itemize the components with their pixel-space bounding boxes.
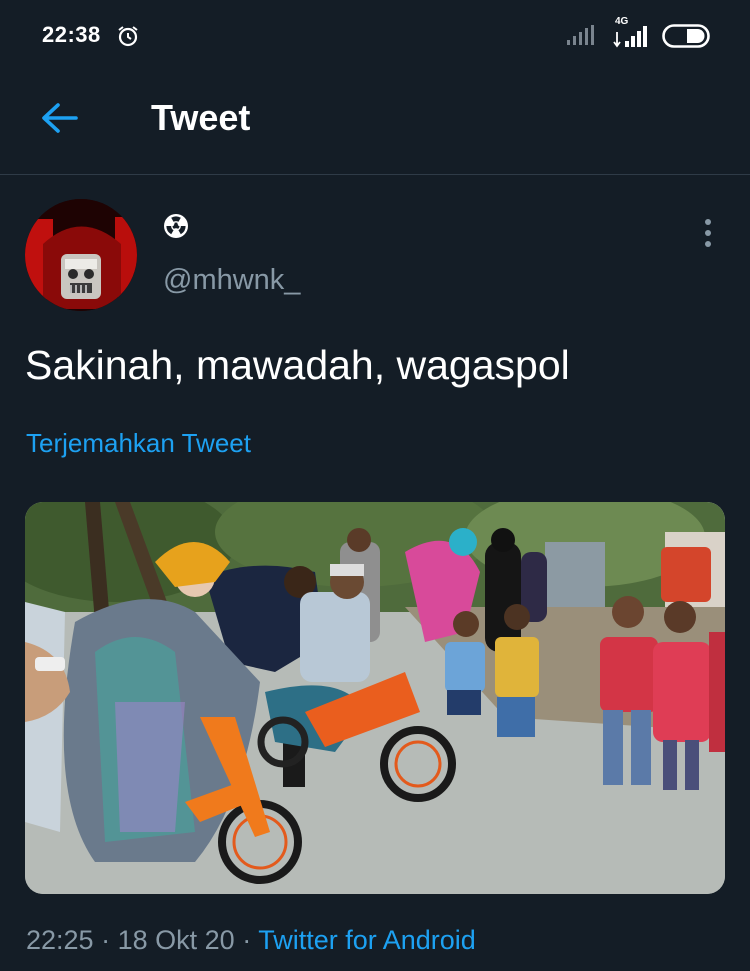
tweet-time: 22:25 xyxy=(26,925,94,955)
signal-icon xyxy=(567,25,594,45)
user-handle[interactable]: @mhwnk_ xyxy=(163,264,300,297)
radioactive-icon[interactable] xyxy=(163,213,189,239)
app-header: Tweet xyxy=(0,70,750,175)
meta-separator: · xyxy=(242,925,252,955)
battery-icon xyxy=(662,24,710,48)
status-time: 22:38 xyxy=(42,22,101,47)
alarm-icon xyxy=(118,26,138,47)
page-title: Tweet xyxy=(151,97,251,138)
tweet-text: Sakinah, mawadah, wagaspol xyxy=(25,342,570,388)
more-options-icon[interactable] xyxy=(700,218,716,248)
tweet-date: 18 Okt 20 xyxy=(117,925,235,955)
translate-tweet-link[interactable]: Terjemahkan Tweet xyxy=(26,428,251,459)
avatar-image xyxy=(25,199,137,311)
back-arrow-icon[interactable] xyxy=(38,98,82,138)
signal-4g-icon xyxy=(613,26,647,48)
status-bar: 22:38 4G xyxy=(0,0,750,70)
tweet-photo[interactable] xyxy=(25,502,725,894)
meta-separator: · xyxy=(101,925,111,955)
tweet-client-link[interactable]: Twitter for Android xyxy=(258,925,476,955)
avatar[interactable] xyxy=(25,199,137,311)
tweet-metadata: 22:25 · 18 Okt 20 · Twitter for Android xyxy=(26,925,476,956)
tweet-photo-image xyxy=(25,502,725,894)
